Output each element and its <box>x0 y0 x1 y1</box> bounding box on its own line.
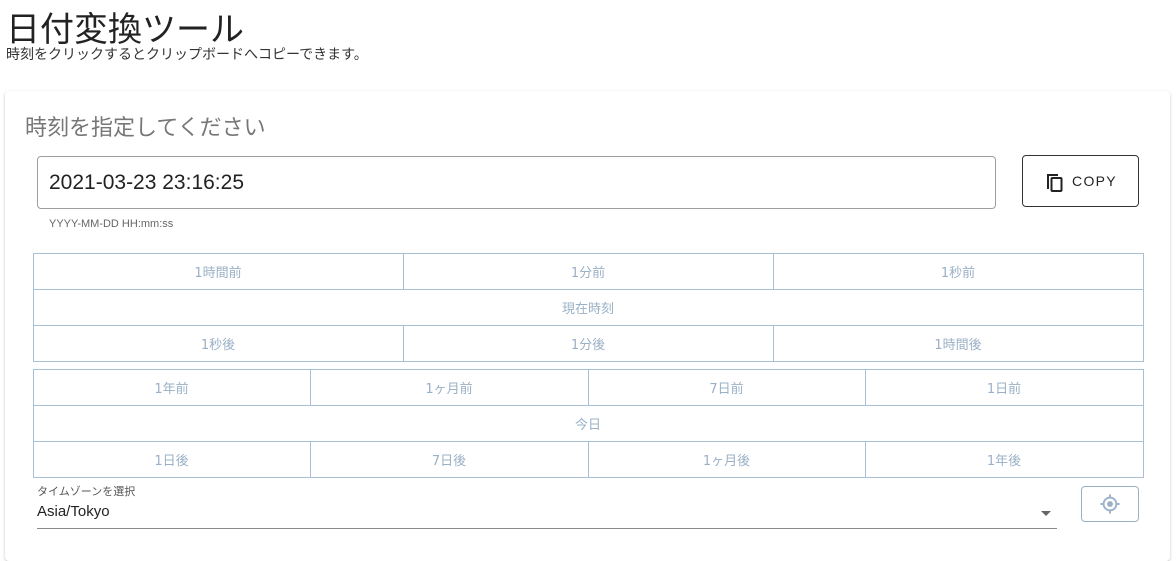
plus-1-minute-button[interactable]: 1分後 <box>402 324 774 362</box>
current-time-button[interactable]: 現在時刻 <box>32 288 1144 326</box>
plus-1-second-button[interactable]: 1秒後 <box>32 324 404 362</box>
minus-1-minute-button[interactable]: 1分前 <box>402 252 774 290</box>
copy-icon <box>1044 170 1064 192</box>
minus-1-year-button[interactable]: 1年前 <box>32 368 311 406</box>
minus-1-day-button[interactable]: 1日前 <box>864 368 1144 406</box>
timezone-value: Asia/Tokyo <box>37 503 110 520</box>
dropdown-arrow-icon <box>1041 511 1051 516</box>
minus-1-second-button[interactable]: 1秒前 <box>772 252 1144 290</box>
datetime-format-hint: YYYY-MM-DD HH:mm:ss <box>49 218 174 230</box>
minus-1-hour-button[interactable]: 1時間前 <box>32 252 404 290</box>
plus-1-year-button[interactable]: 1年後 <box>864 440 1144 478</box>
date-shift-buttons: 1年前 1ヶ月前 7日前 1日前 今日 1日後 7日後 1ヶ月後 1年後 <box>32 368 1144 478</box>
copy-button[interactable]: COPY <box>1022 155 1139 207</box>
plus-1-hour-button[interactable]: 1時間後 <box>772 324 1144 362</box>
timezone-label: タイムゾーンを選択 <box>37 485 136 498</box>
page-subtitle: 時刻をクリックするとクリップボードへコピーできます。 <box>6 47 368 63</box>
datetime-card: 時刻を指定してください YYYY-MM-DD HH:mm:ss COPY 1時間… <box>5 91 1170 561</box>
plus-1-day-button[interactable]: 1日後 <box>32 440 311 478</box>
timezone-select[interactable]: Asia/Tokyo <box>37 499 1057 529</box>
copy-button-label: COPY <box>1072 173 1117 189</box>
plus-1-month-button[interactable]: 1ヶ月後 <box>587 440 866 478</box>
time-shift-buttons: 1時間前 1分前 1秒前 現在時刻 1秒後 1分後 1時間後 <box>32 252 1144 362</box>
detect-timezone-button[interactable] <box>1081 486 1139 522</box>
card-title: 時刻を指定してください <box>25 116 266 141</box>
gps-locate-icon <box>1099 493 1121 515</box>
minus-1-month-button[interactable]: 1ヶ月前 <box>309 368 589 406</box>
today-button[interactable]: 今日 <box>32 404 1144 442</box>
minus-7-days-button[interactable]: 7日前 <box>587 368 866 406</box>
datetime-input[interactable] <box>37 156 996 209</box>
plus-7-days-button[interactable]: 7日後 <box>309 440 589 478</box>
